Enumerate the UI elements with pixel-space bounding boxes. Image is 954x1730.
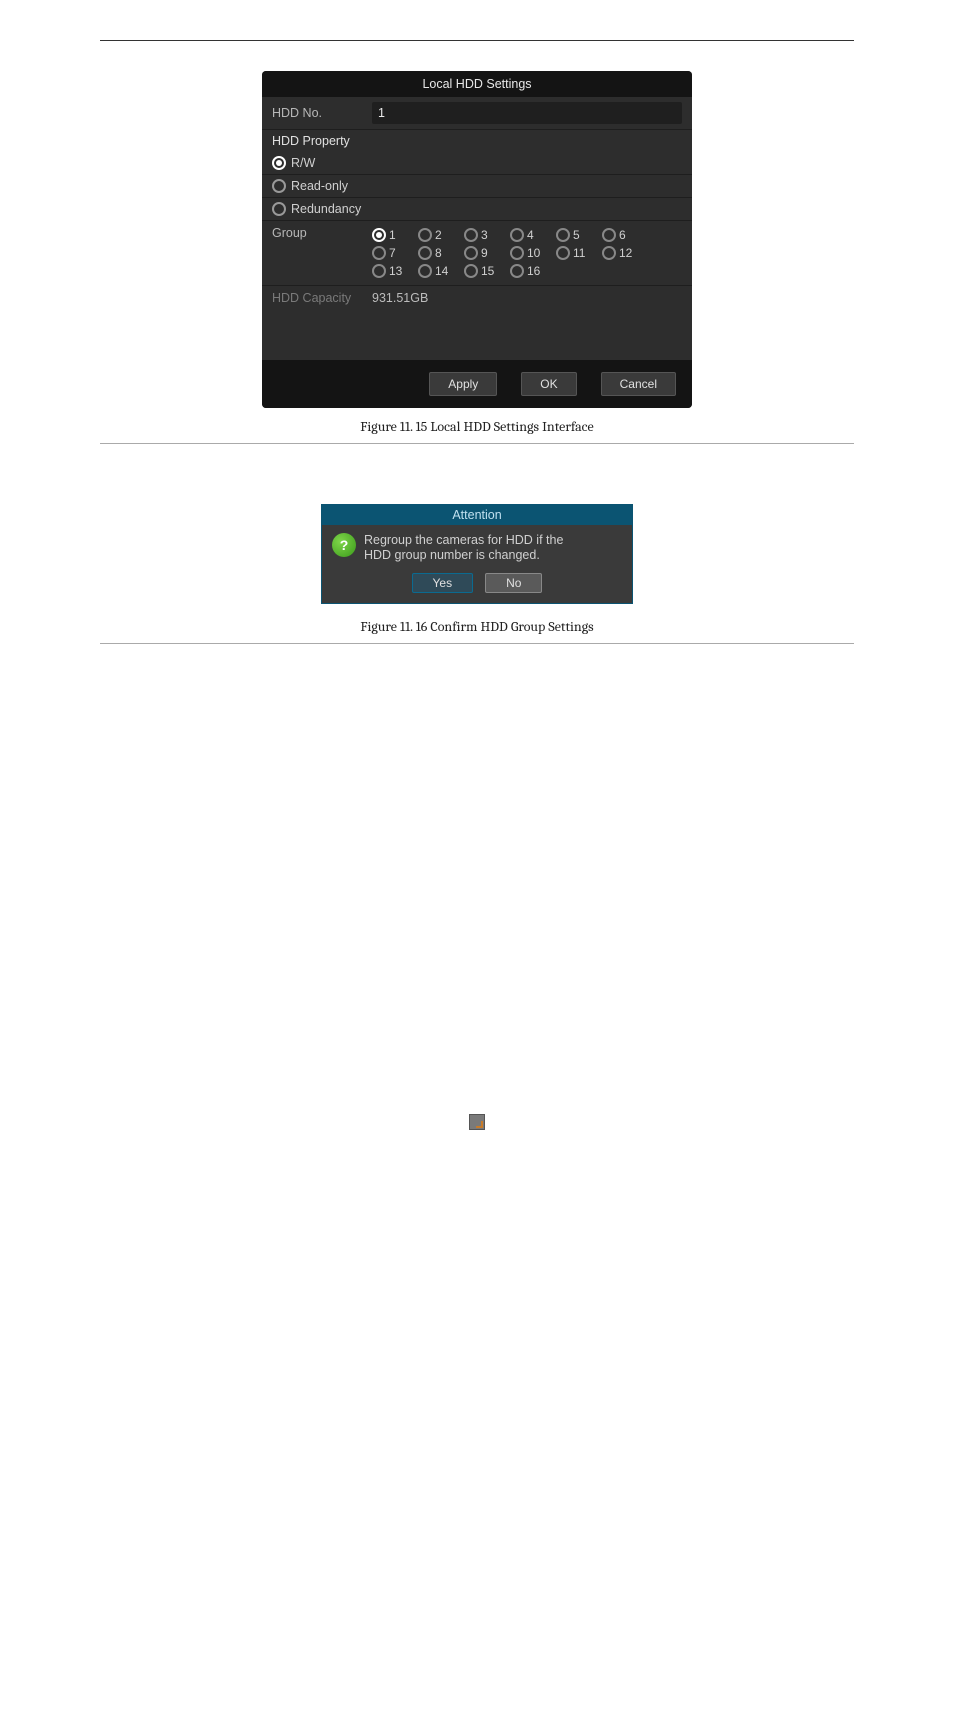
radio-icon — [602, 228, 616, 242]
figure-caption-1: Figure 11. 15 Local HDD Settings Interfa… — [100, 418, 854, 435]
hdd-no-label: HDD No. — [272, 106, 372, 120]
group-option-7[interactable]: 7 — [372, 244, 418, 262]
group-option-9[interactable]: 9 — [464, 244, 510, 262]
property-rw-label: R/W — [291, 156, 315, 170]
group-option-1[interactable]: 1 — [372, 226, 418, 244]
group-option-13[interactable]: 13 — [372, 262, 418, 280]
attention-title: Attention — [322, 505, 632, 525]
no-button[interactable]: No — [485, 573, 542, 593]
attention-message: Regroup the cameras for HDD if the HDD g… — [364, 533, 563, 563]
group-number: 15 — [481, 264, 494, 278]
question-icon: ? — [332, 533, 356, 557]
radio-icon — [418, 228, 432, 242]
attention-line2: HDD group number is changed. — [364, 548, 540, 562]
radio-icon — [510, 246, 524, 260]
group-number: 5 — [573, 228, 580, 242]
radio-icon — [372, 228, 386, 242]
property-redundancy-option[interactable]: Redundancy — [262, 198, 692, 221]
attention-dialog: Attention ? Regroup the cameras for HDD … — [321, 504, 633, 604]
group-number: 6 — [619, 228, 626, 242]
group-number: 14 — [435, 264, 448, 278]
figure-caption-2: Figure 11. 16 Confirm HDD Group Settings — [100, 618, 854, 635]
radio-icon — [464, 246, 478, 260]
group-option-16[interactable]: 16 — [510, 262, 556, 280]
radio-icon — [418, 264, 432, 278]
hdd-capacity-value: 931.51GB — [372, 291, 428, 305]
group-number: 2 — [435, 228, 442, 242]
top-rule — [100, 40, 854, 41]
property-readonly-label: Read-only — [291, 179, 348, 193]
property-readonly-option[interactable]: Read-only — [262, 175, 692, 198]
radio-icon — [464, 228, 478, 242]
group-option-5[interactable]: 5 — [556, 226, 602, 244]
group-number: 7 — [389, 246, 396, 260]
dialog-title: Local HDD Settings — [262, 71, 692, 97]
group-option-10[interactable]: 10 — [510, 244, 556, 262]
cancel-button[interactable]: Cancel — [601, 372, 676, 396]
radio-icon — [372, 246, 386, 260]
rule — [100, 643, 854, 644]
apply-button[interactable]: Apply — [429, 372, 497, 396]
radio-icon — [464, 264, 478, 278]
group-grid: 12345678910111213141516 — [372, 226, 682, 280]
yes-button[interactable]: Yes — [412, 573, 474, 593]
group-number: 4 — [527, 228, 534, 242]
group-number: 8 — [435, 246, 442, 260]
group-number: 3 — [481, 228, 488, 242]
radio-icon — [602, 246, 616, 260]
group-option-15[interactable]: 15 — [464, 262, 510, 280]
group-option-12[interactable]: 12 — [602, 244, 648, 262]
radio-icon — [372, 264, 386, 278]
radio-selected-icon — [272, 156, 286, 170]
group-option-8[interactable]: 8 — [418, 244, 464, 262]
radio-icon — [272, 179, 286, 193]
group-number: 11 — [573, 246, 585, 260]
property-redundancy-label: Redundancy — [291, 202, 361, 216]
group-option-11[interactable]: 11 — [556, 244, 602, 262]
ok-button[interactable]: OK — [521, 372, 576, 396]
group-option-3[interactable]: 3 — [464, 226, 510, 244]
group-option-4[interactable]: 4 — [510, 226, 556, 244]
group-label: Group — [272, 226, 372, 240]
radio-icon — [272, 202, 286, 216]
hdd-capacity-label: HDD Capacity — [272, 291, 372, 305]
radio-icon — [510, 228, 524, 242]
group-number: 1 — [389, 228, 396, 242]
radio-icon — [510, 264, 524, 278]
hdd-no-value: 1 — [372, 102, 682, 124]
group-option-6[interactable]: 6 — [602, 226, 648, 244]
radio-icon — [556, 228, 570, 242]
group-number: 16 — [527, 264, 540, 278]
property-rw-option[interactable]: R/W — [262, 152, 692, 175]
attention-line1: Regroup the cameras for HDD if the — [364, 533, 563, 547]
radio-icon — [556, 246, 570, 260]
group-number: 13 — [389, 264, 402, 278]
local-hdd-settings-dialog: Local HDD Settings HDD No. 1 HDD Propert… — [262, 71, 692, 408]
edit-icon — [469, 1114, 485, 1130]
group-number: 12 — [619, 246, 632, 260]
group-option-2[interactable]: 2 — [418, 226, 464, 244]
radio-icon — [418, 246, 432, 260]
hdd-property-header: HDD Property — [272, 134, 350, 148]
group-number: 9 — [481, 246, 488, 260]
rule — [100, 443, 854, 444]
group-option-14[interactable]: 14 — [418, 262, 464, 280]
group-number: 10 — [527, 246, 540, 260]
